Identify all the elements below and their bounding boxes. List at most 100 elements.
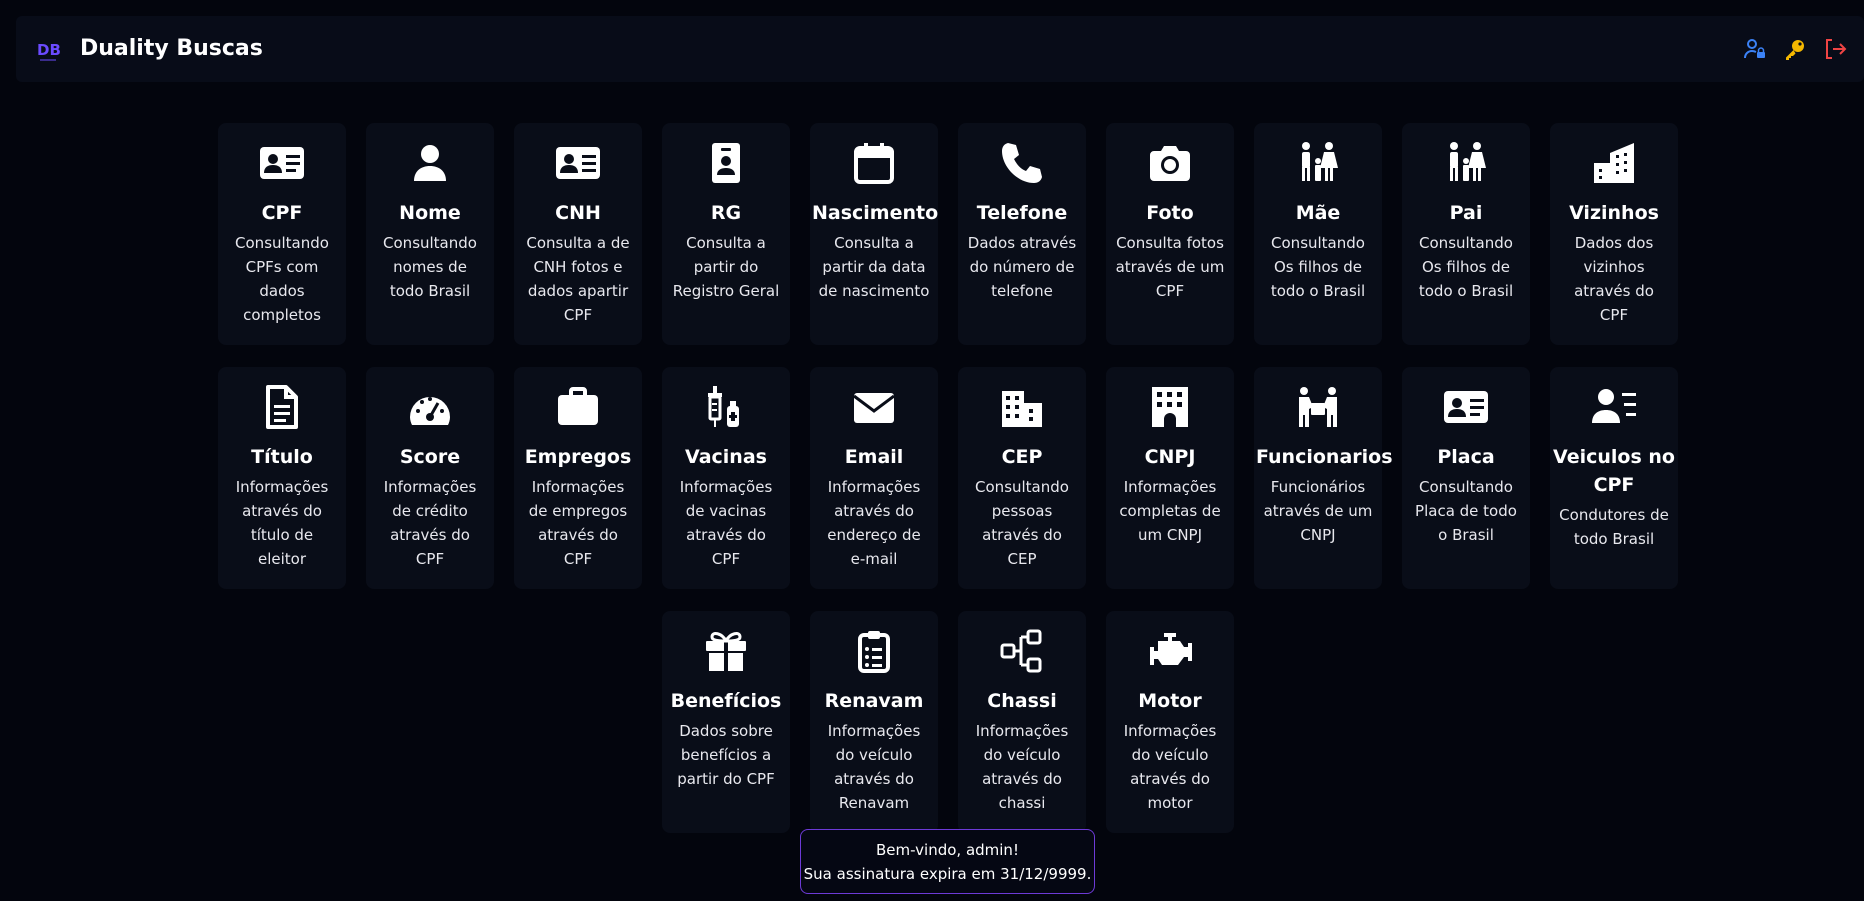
card-telefone[interactable]: Telefone Dados através do número de telef… bbox=[958, 123, 1086, 345]
key-icon bbox=[1786, 40, 1804, 60]
card-title: Chassi bbox=[987, 690, 1057, 712]
card-title: Veiculos no CPF bbox=[1553, 446, 1675, 496]
gauge-icon bbox=[366, 383, 494, 431]
card-title: Título bbox=[251, 446, 313, 468]
welcome-toast: Bem-vindo, admin! Sua assinatura expira … bbox=[800, 829, 1095, 894]
card-description: Informações de empregos através do CPF bbox=[528, 478, 628, 568]
card-vizinhos[interactable]: Vizinhos Dados dos vizinhos através do CP… bbox=[1550, 123, 1678, 345]
card-title: Telefone bbox=[976, 202, 1068, 224]
user-lock-button[interactable] bbox=[1742, 36, 1768, 62]
db-logo-icon: DB bbox=[37, 41, 61, 61]
diagram-icon bbox=[958, 627, 1086, 675]
card-description: Consultando nomes de todo Brasil bbox=[383, 234, 477, 300]
card-title: Pai bbox=[1449, 202, 1483, 224]
card-description: Condutores de todo Brasil bbox=[1559, 506, 1669, 548]
card-title: RG bbox=[710, 202, 742, 224]
app-title: Duality Buscas bbox=[80, 36, 263, 61]
card-veiculos-no-cpf[interactable]: Veiculos no CPF Condutores de todo Brasil bbox=[1550, 367, 1678, 589]
card-title: Mãe bbox=[1295, 202, 1341, 224]
card-description: Consulta a de CNH fotos e dados apartir … bbox=[526, 234, 630, 324]
card-description: Informações do veículo através do Renava… bbox=[827, 722, 921, 812]
logout-button[interactable] bbox=[1822, 36, 1848, 62]
family-icon bbox=[1402, 139, 1530, 187]
logout-icon bbox=[1826, 39, 1847, 59]
card-description: Consultando Placa de todo o Brasil bbox=[1415, 478, 1517, 544]
office-icon bbox=[1106, 383, 1234, 431]
card-mãe[interactable]: Mãe Consultando Os filhos de todo o Brasi… bbox=[1254, 123, 1382, 345]
clipboard-icon bbox=[810, 627, 938, 675]
card-foto[interactable]: Foto Consulta fotos através de um CPF bbox=[1106, 123, 1234, 345]
card-rg[interactable]: RG Consulta a partir do Registro Geral bbox=[662, 123, 790, 345]
calendar-icon bbox=[810, 139, 938, 187]
card-description: Dados dos vizinhos através do CPF bbox=[1574, 234, 1654, 324]
id-card-icon bbox=[218, 139, 346, 187]
card-email[interactable]: Email Informações através do endereço de … bbox=[810, 367, 938, 589]
id-card-icon bbox=[1402, 383, 1530, 431]
badge-icon bbox=[662, 139, 790, 187]
card-description: Funcionários através de um CNPJ bbox=[1263, 478, 1373, 544]
card-description: Consultando CPFs com dados completos bbox=[235, 234, 329, 324]
card-cep[interactable]: CEP Consultando pessoas através do CEP bbox=[958, 367, 1086, 589]
search-grid: CPF Consultando CPFs com dados completos N… bbox=[218, 123, 1678, 833]
card-title: Email bbox=[844, 446, 904, 468]
card-cpf[interactable]: CPF Consultando CPFs com dados completos bbox=[218, 123, 346, 345]
card-title: CEP bbox=[1001, 446, 1043, 468]
card-title: Funcionarios bbox=[1256, 446, 1393, 468]
card-benefícios[interactable]: Benefícios Dados sobre benefícios a parti… bbox=[662, 611, 790, 833]
card-description: Consultando Os filhos de todo o Brasil bbox=[1418, 234, 1514, 300]
toast-welcome-text: Bem-vindo, admin! bbox=[876, 841, 1019, 859]
license-icon bbox=[514, 139, 642, 187]
toast-expiry-text: Sua assinatura expira em 31/12/9999. bbox=[803, 865, 1092, 883]
card-funcionarios[interactable]: Funcionarios Funcionários através de um C… bbox=[1254, 367, 1393, 589]
card-vacinas[interactable]: Vacinas Informações de vacinas através do… bbox=[662, 367, 790, 589]
card-description: Informações de crédito através do CPF bbox=[383, 478, 477, 568]
workers-icon bbox=[1254, 383, 1382, 431]
svg-text:DB: DB bbox=[37, 41, 61, 59]
card-title: CNPJ bbox=[1144, 446, 1196, 468]
logo[interactable]: DB bbox=[34, 34, 66, 66]
card-title: Foto bbox=[1146, 202, 1194, 224]
card-description: Informações através do título de eleitor bbox=[235, 478, 329, 568]
card-nascimento[interactable]: Nascimento Consulta a partir da data de n… bbox=[810, 123, 938, 345]
card-motor[interactable]: Motor Informações do veículo através do m… bbox=[1106, 611, 1234, 833]
engine-icon bbox=[1106, 627, 1234, 675]
card-empregos[interactable]: Empregos Informações de empregos através … bbox=[514, 367, 642, 589]
card-renavam[interactable]: Renavam Informações do veículo através do… bbox=[810, 611, 938, 833]
envelope-icon bbox=[810, 383, 938, 431]
card-description: Dados através do número de telefone bbox=[967, 234, 1077, 300]
card-description: Informações do veículo através do chassi bbox=[975, 722, 1069, 812]
card-cnpj[interactable]: CNPJ Informações completas de um CNPJ bbox=[1106, 367, 1234, 589]
card-description: Dados sobre benefícios a partir do CPF bbox=[677, 722, 775, 788]
phone-icon bbox=[958, 139, 1086, 187]
card-description: Informações do veículo através do motor bbox=[1123, 722, 1217, 812]
card-description: Consulta a partir do Registro Geral bbox=[672, 234, 780, 300]
card-chassi[interactable]: Chassi Informações do veículo através do … bbox=[958, 611, 1086, 833]
card-score[interactable]: Score Informações de crédito através do C… bbox=[366, 367, 494, 589]
card-title: Vacinas bbox=[685, 446, 767, 468]
key-button[interactable] bbox=[1782, 36, 1808, 62]
card-description: Consulta fotos através de um CPF bbox=[1115, 234, 1225, 300]
card-nome[interactable]: Nome Consultando nomes de todo Brasil bbox=[366, 123, 494, 345]
card-title: Score bbox=[399, 446, 461, 468]
card-título[interactable]: Título Informações através do título de e… bbox=[218, 367, 346, 589]
card-description: Informações através do endereço de e-mai… bbox=[827, 478, 921, 568]
card-cnh[interactable]: CNH Consulta a de CNH fotos e dados apart… bbox=[514, 123, 642, 345]
document-icon bbox=[218, 383, 346, 431]
card-description: Informações de vacinas através do CPF bbox=[679, 478, 773, 568]
top-bar: DB Duality Buscas bbox=[16, 16, 1864, 82]
gift-icon bbox=[662, 627, 790, 675]
card-title: Empregos bbox=[524, 446, 632, 468]
user-icon bbox=[366, 139, 494, 187]
card-pai[interactable]: Pai Consultando Os filhos de todo o Brasi… bbox=[1402, 123, 1530, 345]
camera-icon bbox=[1106, 139, 1234, 187]
card-title: CPF bbox=[261, 202, 303, 224]
card-description: Consultando pessoas através do CEP bbox=[975, 478, 1069, 568]
card-placa[interactable]: Placa Consultando Placa de todo o Brasil bbox=[1402, 367, 1530, 589]
card-title: Motor bbox=[1138, 690, 1202, 712]
card-title: Vizinhos bbox=[1569, 202, 1659, 224]
card-description: Consultando Os filhos de todo o Brasil bbox=[1270, 234, 1366, 300]
card-title: Placa bbox=[1437, 446, 1495, 468]
user-list-icon bbox=[1550, 383, 1678, 431]
card-description: Consulta a partir da data de nascimento bbox=[818, 234, 930, 300]
header-actions bbox=[1742, 36, 1848, 62]
